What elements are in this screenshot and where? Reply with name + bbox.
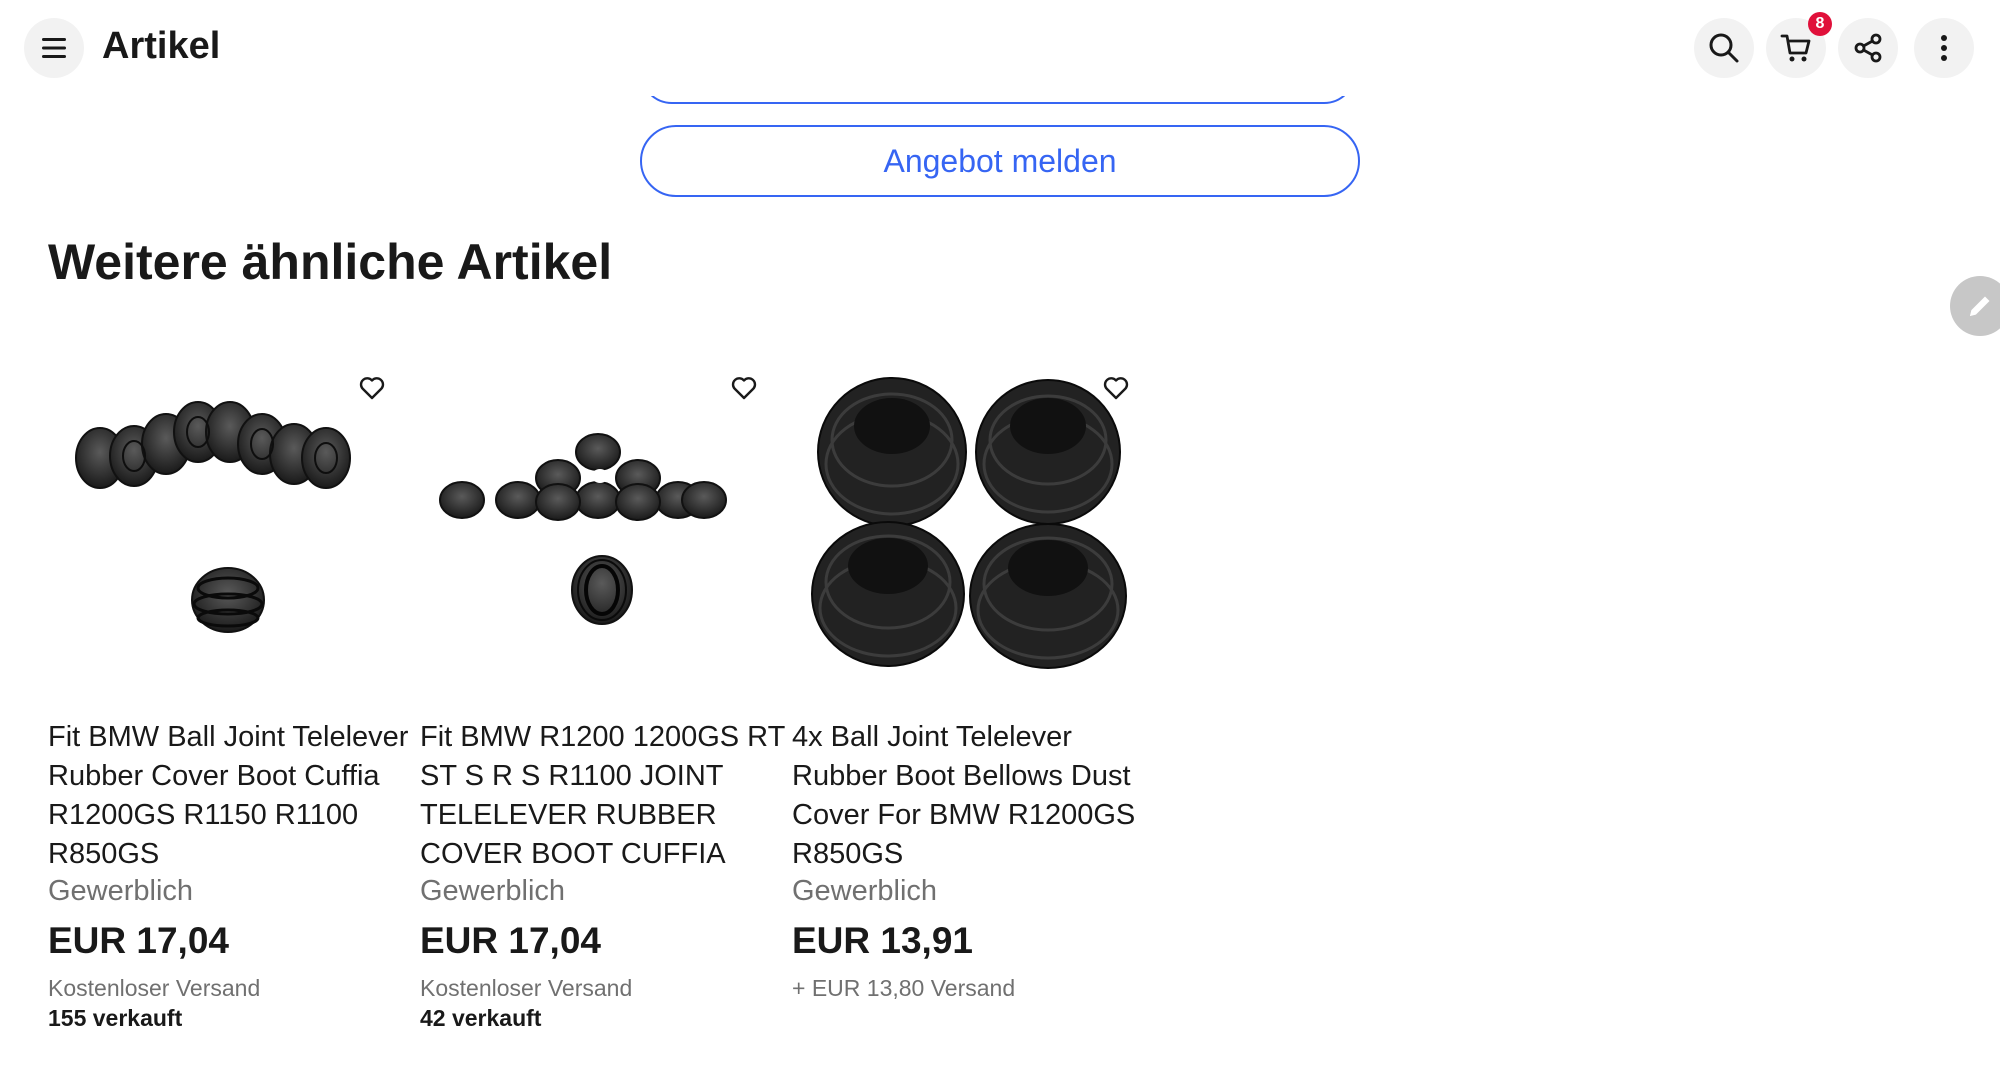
menu-icon bbox=[42, 38, 66, 58]
menu-button[interactable] bbox=[24, 18, 84, 78]
cart-count-badge: 8 bbox=[1808, 12, 1832, 36]
watchlist-heart-button[interactable] bbox=[354, 370, 390, 406]
heart-icon bbox=[359, 377, 385, 400]
product-title[interactable]: Fit BMW Ball Joint Telelever Rubber Cove… bbox=[48, 718, 418, 874]
shipping-info: + EUR 13,80 Versand bbox=[792, 975, 1016, 1001]
product-price: EUR 13,91 bbox=[792, 920, 973, 961]
heart-icon bbox=[731, 377, 757, 400]
seller-type: Gewerblich bbox=[792, 875, 938, 907]
heart-icon bbox=[1103, 377, 1129, 400]
more-icon bbox=[1941, 35, 1947, 61]
seller-type: Gewerblich bbox=[420, 875, 566, 907]
product-title[interactable]: Fit BMW R1200 1200GS RT ST S R S R1100 J… bbox=[420, 718, 790, 874]
watchlist-heart-button[interactable] bbox=[1098, 370, 1134, 406]
product-title[interactable]: 4x Ball Joint Telelever Rubber Boot Bell… bbox=[792, 718, 1162, 874]
product-price: EUR 17,04 bbox=[420, 920, 601, 961]
shipping-info: Kostenloser Versand bbox=[420, 975, 633, 1001]
edit-button[interactable] bbox=[1950, 276, 2000, 336]
section-title: Weitere ähnliche Artikel bbox=[48, 234, 613, 290]
page-title: Artikel bbox=[102, 25, 221, 67]
product-image[interactable] bbox=[48, 360, 388, 700]
sold-count: 42 verkauft bbox=[420, 1005, 542, 1031]
search-button[interactable] bbox=[1694, 18, 1754, 78]
more-options-button[interactable] bbox=[1914, 18, 1974, 78]
share-icon bbox=[1854, 33, 1882, 63]
shipping-info: Kostenloser Versand bbox=[48, 975, 261, 1001]
report-offer-button[interactable]: Angebot melden bbox=[640, 125, 1360, 197]
sold-count: 155 verkauft bbox=[48, 1005, 183, 1031]
share-button[interactable] bbox=[1838, 18, 1898, 78]
product-image[interactable] bbox=[420, 360, 760, 700]
watchlist-heart-button[interactable] bbox=[726, 370, 762, 406]
app-header: Artikel 8 bbox=[0, 0, 2000, 96]
seller-type: Gewerblich bbox=[48, 875, 194, 907]
product-price: EUR 17,04 bbox=[48, 920, 229, 961]
search-icon bbox=[1709, 33, 1739, 63]
product-image[interactable] bbox=[792, 360, 1132, 700]
pencil-icon bbox=[1970, 296, 1990, 316]
cart-icon bbox=[1780, 34, 1811, 62]
